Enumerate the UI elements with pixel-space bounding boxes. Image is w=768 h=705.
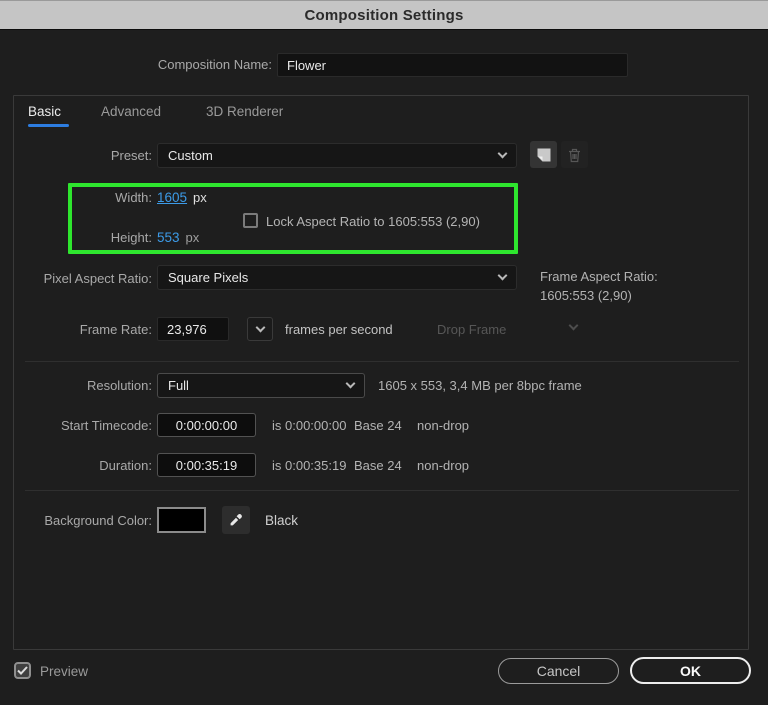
duration-label: Duration: bbox=[0, 458, 152, 474]
background-color-swatch[interactable] bbox=[157, 507, 206, 533]
preview-label: Preview bbox=[40, 664, 88, 679]
frame-rate-label: Frame Rate: bbox=[0, 322, 152, 338]
cancel-button[interactable]: Cancel bbox=[498, 658, 619, 684]
trash-icon bbox=[567, 147, 582, 163]
height-value[interactable]: 553 bbox=[157, 230, 180, 245]
eyedropper-button[interactable] bbox=[222, 506, 250, 534]
duration-is: is 0:00:35:19 bbox=[272, 458, 346, 473]
pixel-aspect-ratio-dropdown[interactable]: Square Pixels bbox=[157, 265, 517, 290]
composition-name-value: Flower bbox=[287, 58, 326, 73]
eyedropper-icon bbox=[228, 512, 244, 528]
frame-aspect-ratio-value: 1605:553 (2,90) bbox=[540, 288, 632, 303]
ok-button[interactable]: OK bbox=[630, 657, 751, 684]
start-timecode-label: Start Timecode: bbox=[0, 418, 152, 434]
duration-input[interactable]: 0:00:35:19 bbox=[157, 453, 256, 477]
tab-3d-renderer[interactable]: 3D Renderer bbox=[206, 103, 283, 121]
duration-base: Base 24 bbox=[354, 458, 402, 473]
width-unit: px bbox=[193, 190, 207, 205]
settings-panel bbox=[13, 95, 749, 650]
preset-dropdown[interactable]: Custom bbox=[157, 143, 517, 168]
start-timecode-is: is 0:00:00:00 bbox=[272, 418, 346, 433]
preset-label: Preset: bbox=[0, 148, 152, 164]
height-unit: px bbox=[186, 230, 200, 245]
tab-basic-underline bbox=[28, 124, 69, 127]
cancel-button-label: Cancel bbox=[537, 663, 581, 679]
delete-preset-button[interactable] bbox=[561, 141, 588, 168]
height-label: Height: bbox=[0, 230, 152, 246]
drop-frame-dropdown: Drop Frame bbox=[437, 322, 506, 337]
section-divider bbox=[25, 490, 739, 491]
preset-value: Custom bbox=[168, 148, 213, 163]
frame-rate-value: 23,976 bbox=[167, 322, 207, 337]
pixel-aspect-ratio-value: Square Pixels bbox=[168, 270, 248, 285]
dialog-title: Composition Settings bbox=[305, 7, 464, 24]
start-timecode-base: Base 24 bbox=[354, 418, 402, 433]
dialog-titlebar[interactable]: Composition Settings bbox=[0, 0, 768, 30]
resolution-dropdown[interactable]: Full bbox=[157, 373, 365, 398]
resolution-info: 1605 x 553, 3,4 MB per 8bpc frame bbox=[378, 378, 582, 393]
frame-rate-dropdown-button[interactable] bbox=[247, 317, 273, 341]
background-color-name: Black bbox=[265, 513, 298, 528]
composition-name-label: Composition Name: bbox=[0, 57, 272, 73]
chevron-down-icon bbox=[498, 149, 508, 159]
chevron-down-icon bbox=[498, 271, 508, 281]
width-label: Width: bbox=[0, 190, 152, 206]
save-preset-button[interactable] bbox=[530, 141, 557, 168]
start-timecode-value: 0:00:00:00 bbox=[176, 418, 237, 433]
duration-drop: non-drop bbox=[417, 458, 469, 473]
tab-basic[interactable]: Basic bbox=[28, 103, 61, 121]
width-value[interactable]: 1605 bbox=[157, 190, 187, 205]
resolution-label: Resolution: bbox=[0, 378, 152, 394]
frame-rate-input[interactable]: 23,976 bbox=[157, 317, 229, 341]
checkmark-icon bbox=[17, 666, 28, 675]
composition-name-input[interactable]: Flower bbox=[277, 53, 628, 77]
background-color-label: Background Color: bbox=[0, 513, 152, 529]
resolution-value: Full bbox=[168, 378, 189, 393]
section-divider bbox=[25, 361, 739, 362]
start-timecode-drop: non-drop bbox=[417, 418, 469, 433]
tab-advanced[interactable]: Advanced bbox=[101, 103, 161, 121]
frame-rate-unit-label: frames per second bbox=[285, 322, 393, 337]
save-preset-icon bbox=[536, 147, 552, 163]
lock-aspect-ratio-checkbox[interactable] bbox=[243, 213, 258, 228]
frame-aspect-ratio-label: Frame Aspect Ratio: bbox=[540, 269, 658, 284]
chevron-down-icon bbox=[255, 322, 265, 332]
ok-button-label: OK bbox=[680, 663, 701, 679]
lock-aspect-ratio-label: Lock Aspect Ratio to 1605:553 (2,90) bbox=[266, 214, 480, 229]
preview-checkbox[interactable] bbox=[14, 662, 31, 679]
start-timecode-input[interactable]: 0:00:00:00 bbox=[157, 413, 256, 437]
chevron-down-icon bbox=[346, 379, 356, 389]
duration-value: 0:00:35:19 bbox=[176, 458, 237, 473]
pixel-aspect-ratio-label: Pixel Aspect Ratio: bbox=[0, 271, 152, 287]
